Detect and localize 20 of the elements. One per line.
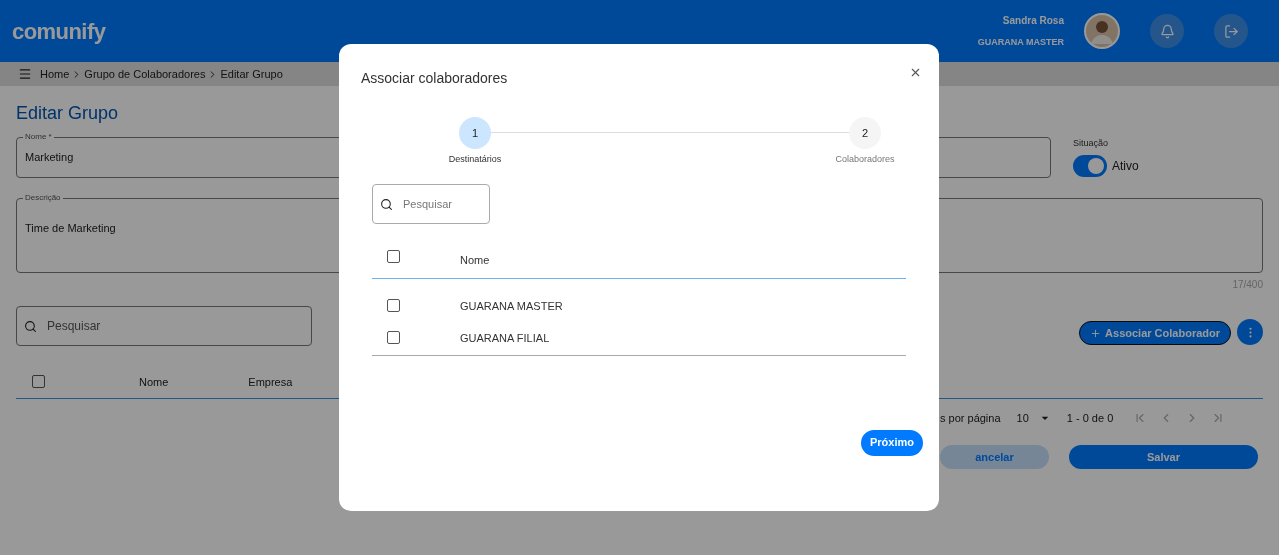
column-header: Empresa <box>248 375 293 391</box>
status-label: Situação <box>1073 137 1110 150</box>
status-text: Ativo <box>1112 157 1139 175</box>
table-cell-text: GUARANA MASTER <box>460 299 563 315</box>
rows-per-page-label: s por página <box>940 410 1001 426</box>
logo: comunify <box>12 17 106 46</box>
page-range: 1 - 0 de 0 <box>1066 410 1114 426</box>
page-title: Editar Grupo <box>16 102 120 125</box>
field-value: Marketing <box>25 150 74 166</box>
field-label: Nome * <box>23 132 54 142</box>
company-name: GUARANA MASTER <box>977 35 1064 49</box>
field-value: Time de Marketing <box>25 222 116 234</box>
column-header: Nome <box>460 253 490 269</box>
field-label: Descrição <box>23 193 63 203</box>
table-cell-text: GUARANA FILIAL <box>460 331 550 347</box>
user-name: Sandra Rosa <box>1002 13 1064 28</box>
column-header: Nome <box>139 375 169 391</box>
modal-title: Associar colaboradores <box>361 69 508 88</box>
step-label: Destinatários <box>448 153 502 166</box>
step-label: Colaboradores <box>835 153 895 166</box>
